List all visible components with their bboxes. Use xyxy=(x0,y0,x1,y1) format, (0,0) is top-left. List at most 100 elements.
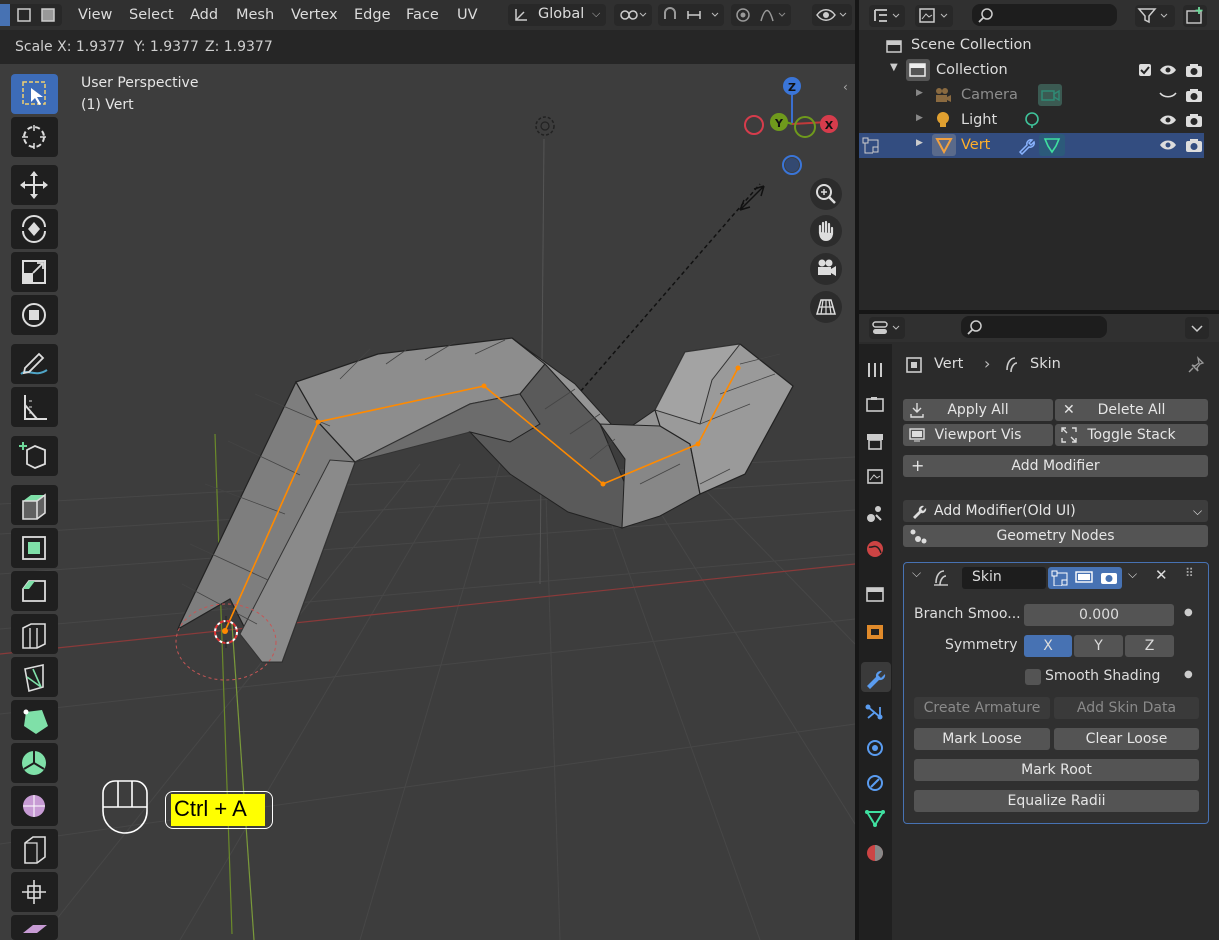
projection-toggle-button[interactable] xyxy=(810,291,842,323)
outliner-row-camera[interactable]: ▶ Camera xyxy=(859,83,1209,108)
pin-icon[interactable] xyxy=(1187,356,1205,374)
area-divider[interactable] xyxy=(859,310,1219,314)
edge-slide-tool[interactable] xyxy=(11,829,58,869)
collapse-arrow-icon[interactable]: ⌵ xyxy=(912,566,921,581)
cursor-tool[interactable] xyxy=(11,117,58,157)
menu-view[interactable]: View xyxy=(78,7,112,23)
shear-tool[interactable] xyxy=(11,915,58,940)
properties-tab-icons-lower[interactable] xyxy=(863,702,889,872)
modifier-tab[interactable] xyxy=(861,662,891,692)
select-mode-buttons[interactable] xyxy=(0,4,62,26)
add-modifier-old-ui-dropdown[interactable]: Add Modifier(Old UI) ⌵ xyxy=(903,500,1208,522)
transform-tool[interactable] xyxy=(11,295,58,335)
rotate-tool[interactable] xyxy=(11,209,58,249)
menu-uv[interactable]: UV xyxy=(457,7,478,23)
symmetry-x-toggle[interactable]: X xyxy=(1024,635,1072,657)
proportional-editing[interactable] xyxy=(731,4,791,26)
menu-edge[interactable]: Edge xyxy=(354,7,391,23)
symmetry-z-toggle[interactable]: Z xyxy=(1125,635,1174,657)
scale-tool[interactable] xyxy=(11,252,58,292)
edit-mode-icon[interactable] xyxy=(862,137,880,155)
add-modifier-button[interactable]: + Add Modifier xyxy=(903,455,1208,477)
edit-mode-icon[interactable] xyxy=(1051,570,1069,586)
display-mode-dropdown[interactable] xyxy=(915,5,953,27)
annotate-tool[interactable] xyxy=(11,344,58,384)
menu-select[interactable]: Select xyxy=(129,7,174,23)
render-camera-icon[interactable] xyxy=(1185,87,1203,103)
new-collection-button[interactable] xyxy=(1183,5,1207,27)
modifier-name-field[interactable]: Skin xyxy=(962,567,1046,589)
move-tool[interactable] xyxy=(11,165,58,205)
toggle-stack-button[interactable]: Toggle Stack xyxy=(1055,424,1208,446)
outliner-row-light[interactable]: ▶ Light xyxy=(859,108,1209,133)
drag-handle-icon[interactable]: ⠿ xyxy=(1185,566,1194,580)
eye-icon[interactable] xyxy=(1159,113,1177,127)
eye-hidden-icon[interactable] xyxy=(1159,88,1177,102)
modifier-menu-chevron-icon[interactable]: ⌵ xyxy=(1128,567,1137,582)
render-camera-icon[interactable] xyxy=(1185,112,1203,128)
wrench-icon[interactable] xyxy=(1017,137,1035,155)
knife-tool[interactable] xyxy=(11,657,58,697)
light-data-icon[interactable] xyxy=(1023,111,1041,129)
outliner-row-vert[interactable]: ▶ Vert xyxy=(859,133,1204,158)
clear-loose-button[interactable]: Clear Loose xyxy=(1054,728,1199,750)
outliner-row-scene-collection[interactable]: Scene Collection xyxy=(859,33,1209,58)
extrude-tool[interactable] xyxy=(11,485,58,525)
loop-cut-tool[interactable] xyxy=(11,614,58,654)
outliner-row-collection[interactable]: ▼ Collection xyxy=(859,58,1209,83)
render-camera-icon[interactable] xyxy=(1185,137,1203,153)
keyframe-dot-icon[interactable]: ● xyxy=(1184,669,1193,680)
filter-dropdown[interactable] xyxy=(1135,5,1175,27)
symmetry-y-toggle[interactable]: Y xyxy=(1074,635,1123,657)
render-camera-icon[interactable] xyxy=(1185,62,1203,78)
editor-type-dropdown[interactable] xyxy=(869,317,905,339)
equalize-radii-button[interactable]: Equalize Radii xyxy=(914,790,1199,812)
smooth-shading-checkbox[interactable] xyxy=(1025,669,1041,685)
options-dropdown[interactable] xyxy=(1185,317,1209,339)
eye-icon[interactable] xyxy=(1159,138,1177,152)
transform-orientation-dropdown[interactable]: Global ⌵ xyxy=(508,4,606,26)
exclude-checkbox-icon[interactable] xyxy=(1138,63,1152,77)
eye-icon[interactable] xyxy=(1159,63,1177,77)
navigation-gizmo[interactable]: Z Y X xyxy=(740,70,850,180)
render-camera-icon[interactable] xyxy=(1100,570,1118,586)
overlay-visibility-dropdown[interactable] xyxy=(812,4,852,26)
add-skin-data-button[interactable]: Add Skin Data xyxy=(1054,697,1199,719)
select-box-tool[interactable] xyxy=(11,74,58,114)
area-divider[interactable] xyxy=(855,0,859,940)
3d-viewport[interactable]: User Perspective (1) Vert Z Y X ‹ Ctrl +… xyxy=(0,64,855,940)
spin-tool[interactable] xyxy=(11,743,58,783)
delete-all-button[interactable]: ✕ Delete All xyxy=(1055,399,1208,421)
apply-all-button[interactable]: Apply All xyxy=(903,399,1053,421)
branch-smoothing-field[interactable]: 0.000 xyxy=(1024,604,1174,626)
camera-view-button[interactable] xyxy=(810,253,842,285)
keyframe-dot-icon[interactable]: ● xyxy=(1184,607,1193,618)
properties-search-input[interactable] xyxy=(961,316,1107,338)
expand-arrow-icon[interactable]: ▶ xyxy=(916,138,923,148)
smooth-tool[interactable] xyxy=(11,786,58,826)
outliner-search-input[interactable] xyxy=(972,4,1117,26)
menu-add[interactable]: Add xyxy=(190,7,218,23)
monitor-icon[interactable] xyxy=(1075,570,1093,586)
poly-build-tool[interactable] xyxy=(11,700,58,740)
expand-arrow-icon[interactable]: ▶ xyxy=(916,88,923,98)
sidebar-toggle-icon[interactable]: ‹ xyxy=(843,80,848,94)
menu-face[interactable]: Face xyxy=(406,7,439,23)
shrink-fatten-tool[interactable] xyxy=(11,872,58,912)
pan-button[interactable] xyxy=(810,215,842,247)
menu-mesh[interactable]: Mesh xyxy=(236,7,274,23)
menu-vertex[interactable]: Vertex xyxy=(291,7,338,23)
create-armature-button[interactable]: Create Armature xyxy=(914,697,1050,719)
viewport-vis-button[interactable]: Viewport Vis xyxy=(903,424,1053,446)
bevel-tool[interactable] xyxy=(11,571,58,611)
expand-arrow-icon[interactable]: ▼ xyxy=(890,62,898,73)
vertex-select-icon[interactable] xyxy=(0,4,10,26)
editor-type-dropdown[interactable] xyxy=(869,5,905,27)
mark-root-button[interactable]: Mark Root xyxy=(914,759,1199,781)
modifier-visibility-toggles[interactable] xyxy=(1048,567,1122,589)
expand-arrow-icon[interactable]: ▶ xyxy=(916,113,923,123)
measure-tool[interactable] xyxy=(11,387,58,427)
pivot-point-dropdown[interactable] xyxy=(614,4,652,26)
mark-loose-button[interactable]: Mark Loose xyxy=(914,728,1050,750)
zoom-button[interactable] xyxy=(810,178,842,210)
